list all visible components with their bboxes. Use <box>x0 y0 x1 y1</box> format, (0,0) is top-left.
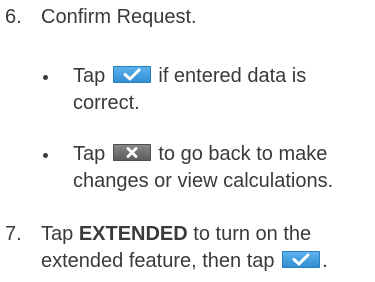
extended-label: EXTENDED <box>78 223 188 245</box>
step-7: 7. Tap EXTENDED to turn on the extended … <box>0 221 375 279</box>
bullet-rest: to go back to make <box>158 143 328 165</box>
step-rest: to turn on the <box>193 223 312 245</box>
bullet-item-cancel: Tap to go back to make changes or view c… <box>43 141 373 197</box>
bullet-rest: if entered data is <box>158 65 307 87</box>
step-continuation: extended feature, then tap <box>41 250 275 272</box>
checkmark-icon <box>112 66 151 83</box>
step-prefix: Tap <box>41 223 74 245</box>
checkmark-icon <box>282 251 321 268</box>
step-end-punct: . <box>322 250 328 272</box>
step-title: Confirm Request. <box>41 6 197 28</box>
bullet-continuation: correct. <box>73 92 140 114</box>
step-number: 7. <box>5 223 22 245</box>
bullet-prefix: Tap <box>73 65 106 87</box>
bullet-text: Tap if entered data is correct. <box>73 63 306 117</box>
bullet-text: Tap to go back to make changes or view c… <box>73 141 333 195</box>
bullet-prefix: Tap <box>73 143 106 165</box>
bullet-continuation: changes or view calculations. <box>73 170 334 192</box>
close-icon <box>112 144 151 161</box>
step-6: 6. Confirm Request. <box>0 4 375 34</box>
step-number: 6. <box>5 6 22 28</box>
step-body: Tap EXTENDED to turn on the extended fea… <box>41 221 328 275</box>
bullet-dot <box>43 75 48 80</box>
bullet-item-confirm: Tap if entered data is correct. <box>43 63 373 119</box>
bullet-dot <box>43 153 48 158</box>
